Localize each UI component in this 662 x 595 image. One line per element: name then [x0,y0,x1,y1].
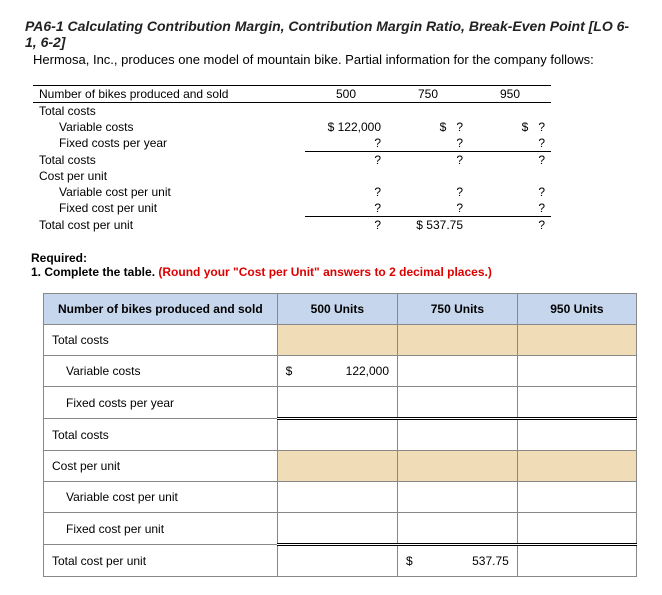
input-cell[interactable] [398,482,518,513]
row-total-costs-hdr: Total costs [33,103,305,120]
cell: ? [305,200,387,217]
cell: ? [387,152,469,169]
input-cell[interactable]: $122,000 [277,356,397,387]
ans-row-total-costs-hdr: Total costs [44,325,278,356]
header-label: Number of bikes produced and sold [33,86,305,103]
required-note: (Round your "Cost per Unit" answers to 2… [158,265,491,279]
row-fcpu: Fixed cost per unit [33,200,305,217]
blocked-cell [277,325,397,356]
input-cell[interactable] [277,545,397,577]
blocked-cell [517,325,636,356]
cell: $ ? [387,119,469,135]
input-cell[interactable] [398,356,518,387]
input-cell[interactable] [277,419,397,451]
required-label: Required: [31,251,87,265]
input-cell[interactable] [277,482,397,513]
cell: ? [469,135,551,152]
ans-header-label: Number of bikes produced and sold [44,294,278,325]
row-vcpu: Variable cost per unit [33,184,305,200]
blocked-cell [398,451,518,482]
cell: ? [305,184,387,200]
cell: ? [469,152,551,169]
problem-description: Hermosa, Inc., produces one model of mou… [33,52,637,67]
given-data-table: Number of bikes produced and sold 500 75… [33,85,551,233]
ans-row-total-costs: Total costs [44,419,278,451]
input-cell[interactable] [517,356,636,387]
row-fixed-costs: Fixed costs per year [33,135,305,152]
required-item: 1. Complete the table. (Round your "Cost… [31,265,492,279]
input-cell[interactable] [277,387,397,419]
ans-row-fixed-costs: Fixed costs per year [44,387,278,419]
answer-table: Number of bikes produced and sold 500 Un… [43,293,637,577]
col-500: 500 [305,86,387,103]
cell: ? [387,184,469,200]
cell: $ 122,000 [305,119,387,135]
row-total-costs: Total costs [33,152,305,169]
ans-row-variable-costs: Variable costs [44,356,278,387]
cell: $ ? [469,119,551,135]
cell: ? [469,184,551,200]
ans-row-vcpu: Variable cost per unit [44,482,278,513]
cell: ? [305,135,387,152]
col-950: 950 [469,86,551,103]
input-cell[interactable] [277,513,397,545]
col-750: 750 [387,86,469,103]
problem-title: PA6-1 Calculating Contribution Margin, C… [25,18,637,50]
input-cell[interactable] [517,545,636,577]
input-cell[interactable] [398,419,518,451]
cell: ? [387,135,469,152]
input-cell[interactable]: $537.75 [398,545,518,577]
required-section: Required: 1. Complete the table. (Round … [31,251,637,279]
blocked-cell [398,325,518,356]
ans-col-950: 950 Units [517,294,636,325]
blocked-cell [517,451,636,482]
cell: ? [387,200,469,217]
ans-col-500: 500 Units [277,294,397,325]
row-tcpu: Total cost per unit [33,217,305,234]
ans-col-750: 750 Units [398,294,518,325]
ans-row-fcpu: Fixed cost per unit [44,513,278,545]
row-cpu-hdr: Cost per unit [33,168,305,184]
cell: $ 537.75 [387,217,469,234]
input-cell[interactable] [517,419,636,451]
input-cell[interactable] [517,513,636,545]
ans-row-tcpu: Total cost per unit [44,545,278,577]
cell: ? [305,152,387,169]
blocked-cell [277,451,397,482]
input-cell[interactable] [517,387,636,419]
row-variable-costs: Variable costs [33,119,305,135]
input-cell[interactable] [517,482,636,513]
cell: ? [469,217,551,234]
cell: ? [469,200,551,217]
input-cell[interactable] [398,513,518,545]
cell: ? [305,217,387,234]
ans-row-cpu-hdr: Cost per unit [44,451,278,482]
input-cell[interactable] [398,387,518,419]
